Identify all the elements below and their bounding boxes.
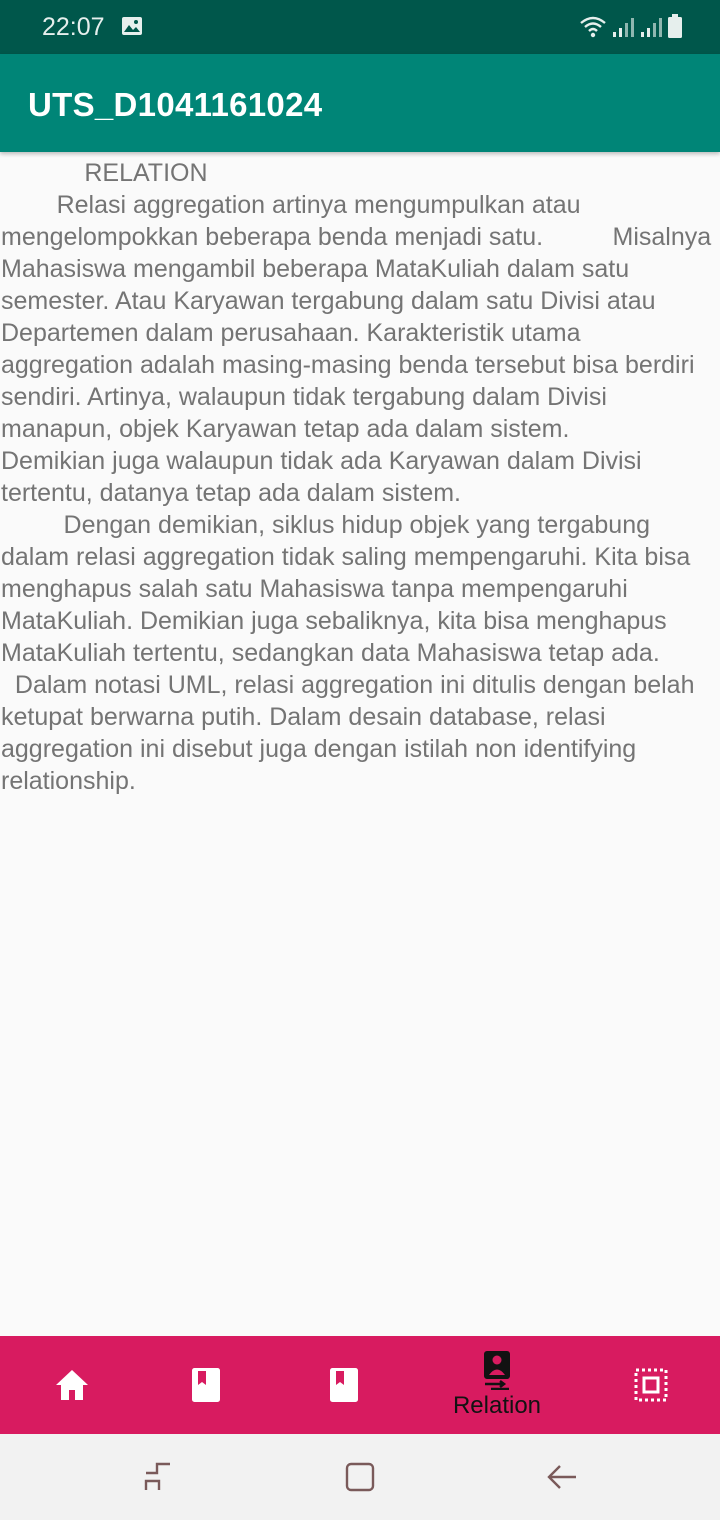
recent-apps-button[interactable] (98, 1434, 218, 1520)
home-square-icon (345, 1462, 375, 1492)
nav-item-relation[interactable]: Relation (425, 1336, 569, 1434)
system-navigation-bar (0, 1434, 720, 1520)
bottom-navigation: Relation (0, 1336, 720, 1434)
content-paragraph: Dengan demikian, siklus hidup objek yang… (1, 511, 698, 667)
image-icon (122, 17, 142, 35)
status-time: 22:07 (42, 13, 105, 41)
battery-icon (668, 14, 682, 38)
back-button[interactable] (502, 1434, 622, 1520)
content-paragraph: Dalam notasi UML, relasi aggregation ini… (1, 671, 702, 795)
nav-item-book-1[interactable] (134, 1336, 278, 1434)
book-icon (330, 1368, 358, 1402)
signal-icon (613, 18, 634, 37)
recent-apps-icon (144, 1462, 170, 1490)
contact-transfer-icon (484, 1351, 510, 1390)
select-all-icon (634, 1368, 668, 1402)
relation-content: RELATION Relasi aggregation artinya meng… (1, 157, 717, 797)
status-icons (580, 14, 682, 38)
back-arrow-icon (547, 1465, 576, 1489)
status-bar: 22:07 (0, 0, 720, 54)
signal-icon (641, 18, 662, 37)
nav-item-select-all[interactable] (579, 1336, 720, 1434)
content-paragraph: RELATION Relasi aggregation artinya meng… (1, 159, 712, 507)
home-button[interactable] (300, 1434, 420, 1520)
book-icon (192, 1368, 220, 1402)
app-title: UTS_D1041161024 (28, 86, 323, 123)
nav-label-relation: Relation (452, 1392, 542, 1419)
app-bar: UTS_D1041161024 (0, 54, 720, 152)
nav-item-book-2[interactable] (272, 1336, 416, 1434)
home-icon (56, 1370, 88, 1400)
wifi-icon (580, 16, 606, 38)
nav-item-home[interactable] (0, 1336, 144, 1434)
